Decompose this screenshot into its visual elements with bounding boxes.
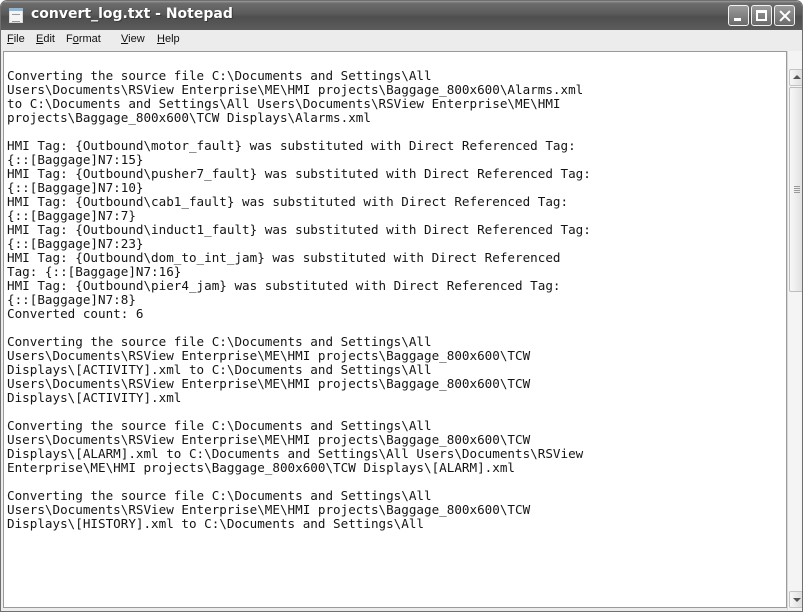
menu-bar: File Edit Format View Help: [1, 30, 802, 49]
document-text[interactable]: Converting the source file C:\Documents …: [7, 69, 786, 607]
menu-help-label: elp: [164, 33, 180, 45]
text-line: {::[Baggage]N7:8}: [7, 292, 136, 307]
text-line: [7, 321, 786, 335]
vertical-scrollbar[interactable]: [787, 51, 802, 610]
scroll-up-button[interactable]: [789, 69, 802, 86]
menu-file-mnemonic: F: [7, 33, 14, 45]
minimize-button[interactable]: [728, 5, 749, 26]
menu-view[interactable]: View: [121, 33, 145, 45]
scroll-thumb[interactable]: [789, 87, 802, 292]
text-line: Tag: {::[Baggage]N7:16}: [7, 264, 182, 279]
menu-edit[interactable]: Edit: [36, 33, 55, 45]
text-line: HMI Tag: {Outbound\pier4_jam} was substi…: [7, 278, 561, 293]
maximize-button[interactable]: [751, 5, 772, 26]
menu-file[interactable]: File: [7, 33, 25, 45]
text-line: HMI Tag: {Outbound\induct1_fault} was su…: [7, 222, 591, 237]
text-line: Users\Documents\RSView Enterprise\ME\HMI…: [7, 432, 531, 447]
text-line: HMI Tag: {Outbound\pusher7_fault} was su…: [7, 166, 591, 181]
menu-edit-label: dit: [43, 33, 55, 45]
text-line: projects\Baggage_800x600\TCW Displays\Al…: [7, 110, 371, 125]
close-button[interactable]: [774, 5, 795, 26]
text-line: Converting the source file C:\Documents …: [7, 334, 432, 349]
notepad-window: convert_log.txt - Notepad File Edit Form…: [0, 0, 803, 612]
title-bar[interactable]: convert_log.txt - Notepad: [1, 1, 802, 30]
text-line: [7, 125, 786, 139]
text-line: Displays\[HISTORY].xml to C:\Documents a…: [7, 516, 425, 531]
text-line: HMI Tag: {Outbound\motor_fault} was subs…: [7, 138, 576, 153]
text-line: Converting the source file C:\Documents …: [7, 69, 432, 83]
menu-view-label: iew: [128, 33, 145, 45]
menu-file-label: ile: [13, 33, 25, 45]
text-line: {::[Baggage]N7:15}: [7, 152, 144, 167]
scroll-down-button[interactable]: [789, 591, 802, 608]
text-line: Displays\[ALARM].xml to C:\Documents and…: [7, 446, 584, 461]
text-line: Converted count: 6: [7, 306, 144, 321]
text-line: to C:\Documents and Settings\All Users\D…: [7, 96, 561, 111]
notepad-icon[interactable]: [9, 8, 23, 23]
text-line: {::[Baggage]N7:23}: [7, 236, 144, 251]
window-title: convert_log.txt - Notepad: [31, 6, 233, 22]
text-line: HMI Tag: {Outbound\cab1_fault} was subst…: [7, 194, 569, 209]
text-line: [7, 405, 786, 419]
text-line: Displays\[ACTIVITY].xml to C:\Documents …: [7, 362, 432, 377]
menu-format[interactable]: Format: [66, 33, 101, 45]
text-line: {::[Baggage]N7:7}: [7, 208, 136, 223]
text-line: Converting the source file C:\Documents …: [7, 488, 432, 503]
scroll-grip-icon: [794, 186, 800, 193]
text-line: Converting the source file C:\Documents …: [7, 418, 432, 433]
text-line: Enterprise\ME\HMI projects\Baggage_800x6…: [7, 460, 515, 475]
text-line: Users\Documents\RSView Enterprise\ME\HMI…: [7, 82, 584, 97]
text-line: Users\Documents\RSView Enterprise\ME\HMI…: [7, 348, 531, 363]
text-line: Users\Documents\RSView Enterprise\ME\HMI…: [7, 502, 531, 517]
text-line: Users\Documents\RSView Enterprise\ME\HMI…: [7, 376, 531, 391]
text-line: [7, 475, 786, 489]
text-editor[interactable]: Converting the source file C:\Documents …: [3, 51, 787, 608]
menu-format-label: rmat: [78, 33, 101, 45]
menu-help[interactable]: Help: [157, 33, 180, 45]
menu-format-prefix: F: [66, 33, 73, 45]
text-line: HMI Tag: {Outbound\dom_to_int_jam} was s…: [7, 250, 561, 265]
text-line: Displays\[ACTIVITY].xml: [7, 390, 182, 405]
text-line: {::[Baggage]N7:10}: [7, 180, 144, 195]
menu-help-mnemonic: H: [157, 33, 165, 45]
